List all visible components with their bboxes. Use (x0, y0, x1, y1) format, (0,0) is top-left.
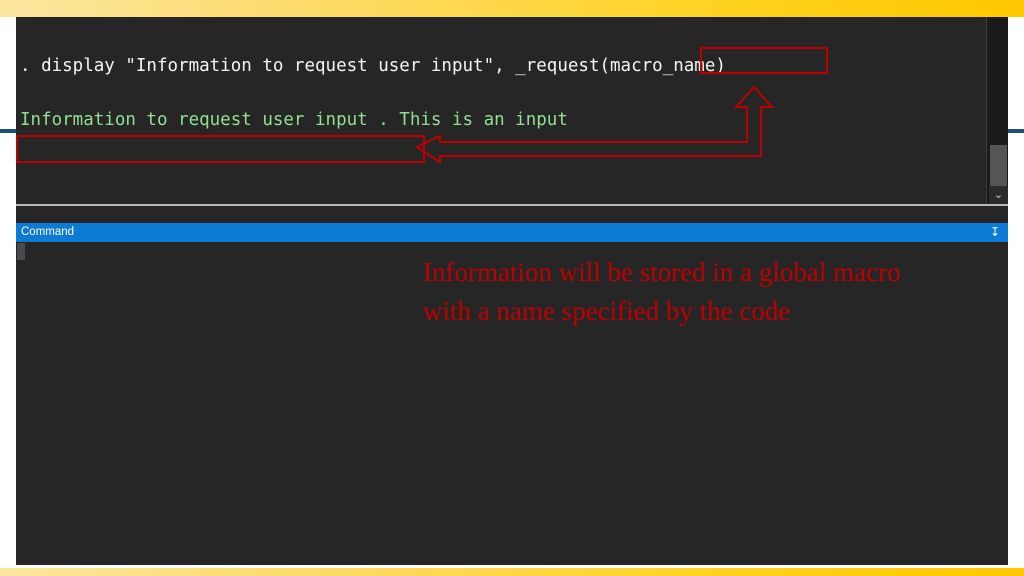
command-window-title: Command (21, 226, 75, 238)
results-line-1: . display "Information to request user i… (20, 53, 986, 80)
results-window: . display "Information to request user i… (16, 17, 1008, 204)
results-scrollbar[interactable]: ⌄ (986, 17, 1008, 204)
slide-top-band (0, 0, 1024, 17)
window-splitter[interactable] (16, 204, 1008, 223)
results-line-1-text: . display "Information to request user i… (20, 56, 726, 76)
annotation-note-line-1: Information will be stored in a global m… (423, 257, 901, 287)
command-window-titlebar[interactable]: Command ↧ (16, 223, 1008, 242)
results-line-2: Information to request user input . This… (20, 107, 986, 134)
text-caret (17, 243, 25, 260)
annotation-note-line-2: with a name specified by the code (423, 296, 791, 326)
slide-bottom-band (0, 568, 1024, 576)
results-line-3-blank (20, 161, 986, 188)
results-line-2-text: Information to request user input . This… (20, 110, 568, 130)
pin-icon[interactable]: ↧ (988, 223, 1002, 242)
results-output-text: . display "Information to request user i… (16, 17, 986, 204)
scroll-down-arrow-icon[interactable]: ⌄ (989, 186, 1008, 204)
slide-canvas: . display "Information to request user i… (0, 0, 1024, 576)
results-scrollbar-thumb[interactable] (990, 145, 1007, 191)
annotation-note: Information will be stored in a global m… (423, 253, 1003, 331)
